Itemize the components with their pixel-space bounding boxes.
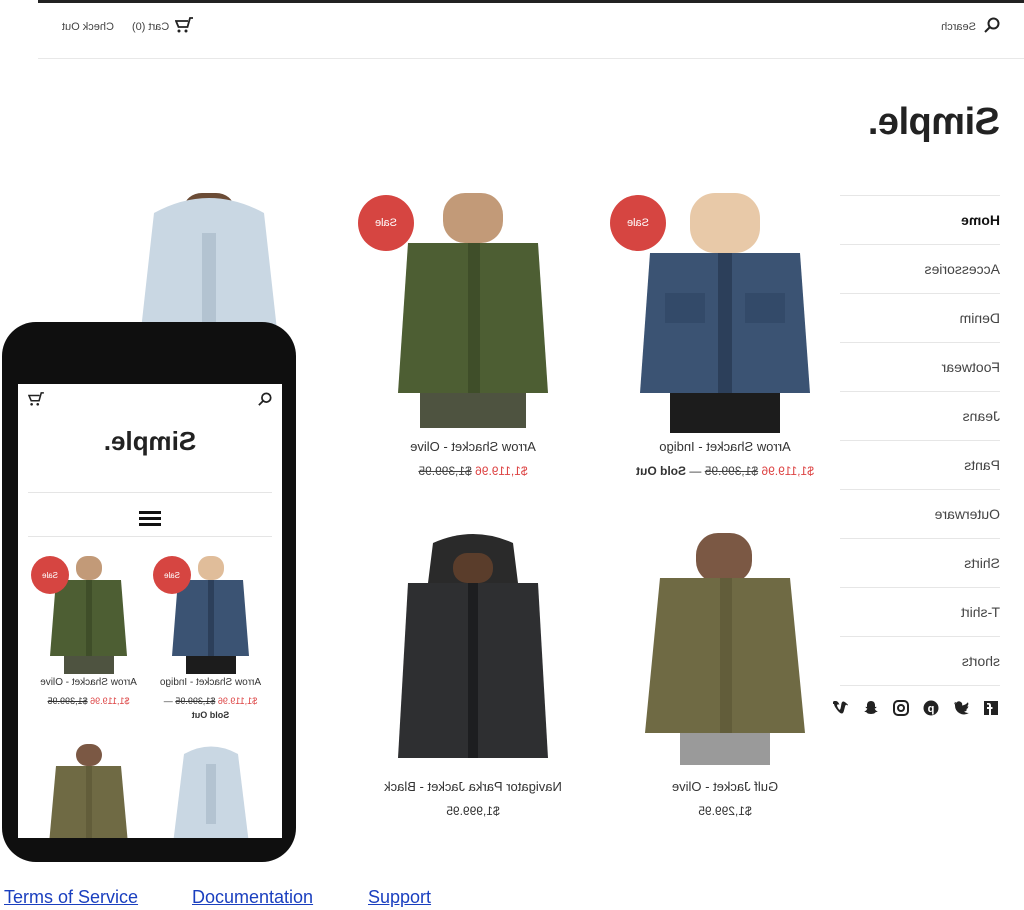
phone-product-image[interactable]: Sale (31, 556, 146, 676)
original-price: $1,399.95 (418, 464, 472, 478)
product-price: $1,119.96 $1,399.95 — Sold Out (610, 464, 840, 478)
sale-badge: Sale (31, 556, 69, 594)
product-image[interactable]: Sale (358, 193, 588, 433)
original-price: $1,399.95 (47, 696, 88, 706)
phone-search-icon[interactable] (258, 392, 272, 411)
product-name[interactable]: Gulf Jacket - Olive (610, 779, 840, 794)
cart-icon (174, 17, 194, 36)
sidebar-item-shirts[interactable]: Shirts (840, 538, 1000, 587)
sidebar-item-pants[interactable]: Pants (840, 440, 1000, 489)
product-card[interactable]: Navigator Parka Jacket - Black $1,999.95 (358, 533, 588, 818)
product-image[interactable]: Sale (610, 193, 840, 433)
hamburger-menu-icon[interactable] (139, 508, 161, 529)
phone-product-name[interactable]: Arrow Shacket - Indigo (153, 677, 268, 688)
instagram-icon[interactable] (892, 699, 910, 717)
phone-screen: Simple. Sale Arrow Shacket - Indigo $1,1… (18, 384, 282, 838)
product-name[interactable]: Arrow Shacket - Olive (358, 439, 588, 454)
original-price: $1,399.95 (704, 464, 759, 478)
sale-badge: Sale (153, 556, 191, 594)
sale-badge: Sale (610, 195, 666, 251)
sidebar-item-home[interactable]: Home (840, 195, 1000, 244)
sale-price: $1,119.96 (761, 464, 814, 478)
sidebar-item-shorts[interactable]: shorts (840, 636, 1000, 686)
footer-link-terms[interactable]: Terms of Service (4, 887, 138, 908)
phone-product-image[interactable]: Sale (153, 556, 268, 676)
svg-text:p: p (927, 703, 934, 715)
social-links: p (832, 699, 1000, 717)
phone-product-price: $1,119.96 $1,399.95 — Sold Out (153, 696, 268, 720)
phone-screen-content: Simple. Sale Arrow Shacket - Indigo $1,1… (18, 384, 282, 838)
search-button[interactable]: Search (941, 17, 1000, 36)
product-price: $1,999.95 (446, 804, 500, 818)
phone-mockup: Simple. Sale Arrow Shacket - Indigo $1,1… (2, 322, 296, 862)
twitter-icon[interactable] (952, 699, 970, 717)
cart-label: Cart (0) (131, 20, 170, 33)
price-separator: — (689, 464, 702, 478)
product-name[interactable]: Navigator Parka Jacket - Black (358, 779, 588, 794)
sidebar-nav: Home Accessories Denim Footwear Jeans Pa… (840, 195, 1000, 686)
phone-product-price: $1,119.96 $1,399.95 (31, 696, 146, 706)
original-price: $1,399.95 (175, 696, 216, 706)
cart-area: Cart (0) Check Out (62, 17, 194, 36)
pinterest-icon[interactable]: p (922, 699, 940, 717)
cart-link[interactable]: Cart (0) (131, 17, 194, 36)
product-card[interactable]: Sale Arrow Shacket - Olive $1,119.96 $1,… (358, 193, 588, 478)
sale-price: $1,119.96 (217, 696, 258, 706)
product-name[interactable]: Arrow Shacket - Indigo (610, 439, 840, 454)
sidebar-item-footwear[interactable]: Footwear (840, 342, 1000, 391)
price-separator: — (163, 696, 173, 706)
product-image[interactable] (358, 533, 588, 773)
divider (28, 492, 272, 493)
sidebar-item-jeans[interactable]: Jeans (840, 391, 1000, 440)
phone-product-image[interactable] (153, 744, 268, 838)
snapchat-icon[interactable] (862, 699, 880, 717)
phone-product-card[interactable] (31, 744, 146, 838)
sidebar-item-denim[interactable]: Denim (840, 293, 1000, 342)
phone-product-name[interactable]: Arrow Shacket - Olive (31, 677, 146, 688)
product-image[interactable] (610, 533, 840, 773)
search-icon (984, 17, 1000, 36)
footer-links: Terms of Service Documentation Support (0, 887, 1024, 909)
product-price: $1,299.95 (698, 804, 752, 818)
footer-link-support[interactable]: Support (368, 887, 431, 908)
phone-product-card[interactable]: Sale Arrow Shacket - Olive $1,119.96 $1,… (31, 556, 146, 706)
sidebar-item-tshirt[interactable]: T-shirt (840, 587, 1000, 636)
sale-price: $1,119.96 (90, 696, 130, 706)
phone-cart-icon[interactable] (27, 392, 44, 411)
facebook-icon[interactable] (982, 699, 1000, 717)
checkout-link[interactable]: Check Out (62, 21, 114, 33)
product-price: $1,119.96 $1,399.95 (358, 464, 588, 478)
phone-product-card[interactable]: Sale Arrow Shacket - Indigo $1,119.96 $1… (153, 556, 268, 720)
product-card[interactable]: Gulf Jacket - Olive $1,299.95 (610, 533, 840, 818)
divider (28, 536, 272, 537)
phone-logo[interactable]: Simple. (18, 426, 282, 457)
sold-out-label: Sold Out (191, 710, 230, 720)
sale-price: $1,119.96 (475, 464, 528, 478)
phone-product-image[interactable] (31, 744, 146, 838)
product-card[interactable]: Sale Arrow Shacket - Indigo $1,119.96 $1… (610, 193, 840, 478)
search-label: Search (941, 20, 976, 33)
sidebar-item-outerware[interactable]: Outerware (840, 489, 1000, 538)
store-logo[interactable]: Simple. (868, 101, 1000, 144)
sale-badge: Sale (358, 195, 414, 251)
sidebar-item-accessories[interactable]: Accessories (840, 244, 1000, 293)
top-bar: Search Cart (0) Check Out (38, 3, 1024, 59)
footer-link-documentation[interactable]: Documentation (192, 887, 313, 908)
phone-product-card[interactable] (153, 744, 268, 838)
sold-out-label: Sold Out (636, 464, 687, 478)
